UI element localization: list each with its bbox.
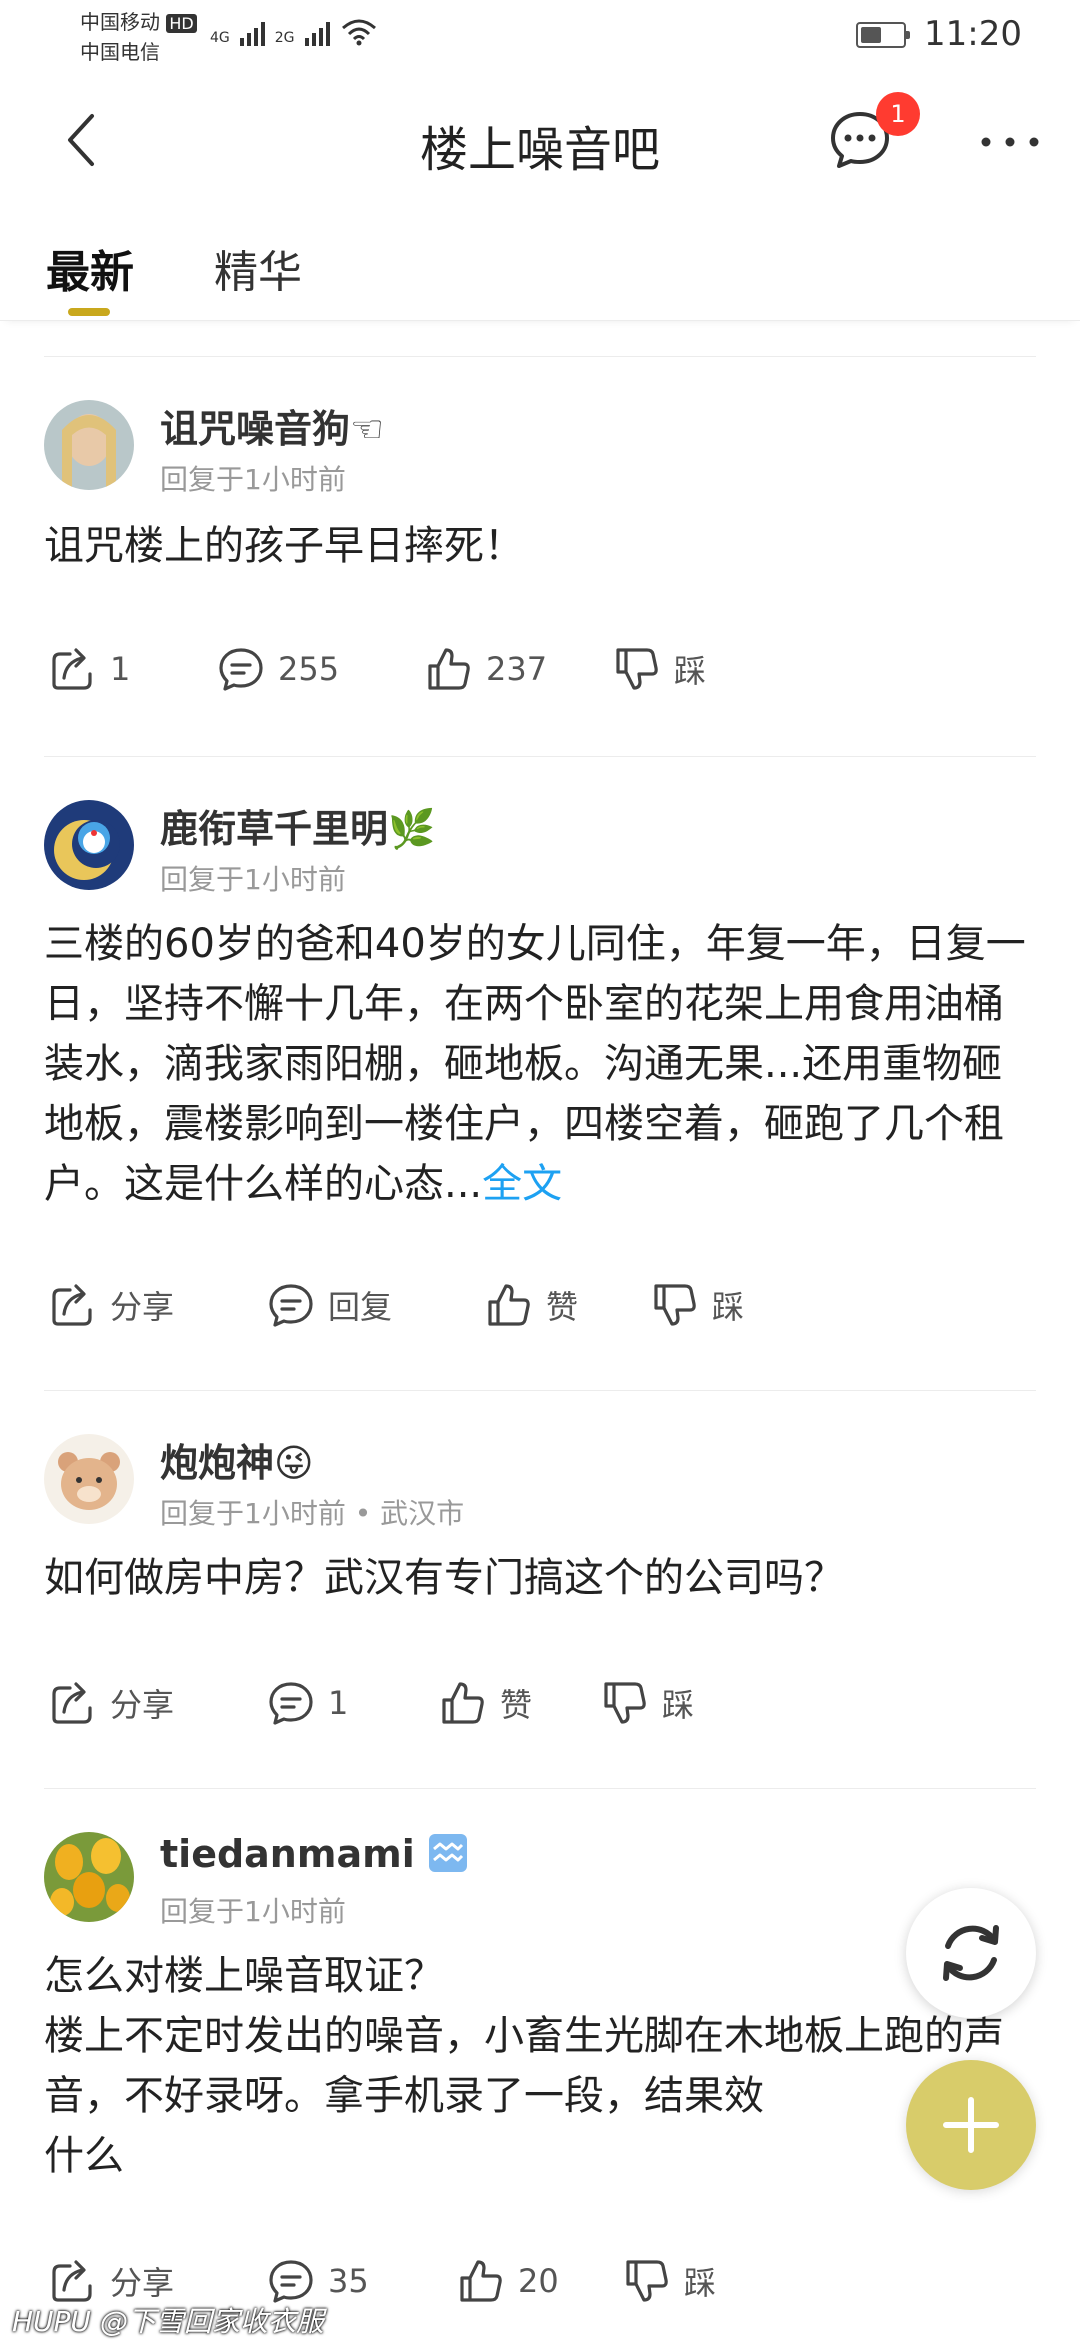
active-tab-indicator xyxy=(68,308,110,316)
post-author-name: tiedanmami xyxy=(160,1832,415,1876)
avatar[interactable] xyxy=(44,1832,134,1922)
post-meta: 回复于1小时前 • 武汉市 xyxy=(160,1497,465,1530)
reply-label: 回复 xyxy=(328,1288,393,1326)
dislike-label: 踩 xyxy=(662,1686,695,1724)
comment-icon xyxy=(269,1682,313,1725)
post-content[interactable]: 三楼的60岁的爸和40岁的女儿同住，年复一年，日复一日，坚持不懈十几年，在两个卧… xyxy=(44,914,1034,1214)
share-icon xyxy=(52,2260,92,2302)
carrier-2: 中国电信 xyxy=(80,40,160,64)
post-actions: 分享 1 赞 踩 xyxy=(0,1678,1080,1738)
wifi-icon xyxy=(341,19,376,46)
status-bar: 中国移动 HD 中国电信 4G 2G 11:20 xyxy=(0,0,1080,70)
like-button[interactable]: 赞 xyxy=(438,1678,532,1728)
post-meta: 回复于1小时前 xyxy=(160,463,346,496)
network-type-2: 2G xyxy=(274,30,295,46)
divider xyxy=(44,356,1036,357)
dislike-label: 踩 xyxy=(684,2264,717,2302)
reply-button[interactable]: 35 xyxy=(266,2256,369,2306)
post-meta: 回复于1小时前 xyxy=(160,863,346,896)
comment-icon xyxy=(269,1284,313,1327)
share-icon xyxy=(52,1682,92,1724)
dislike-label: 踩 xyxy=(712,1288,745,1326)
post-content[interactable]: 怎么对楼上噪音取证？ 楼上不定时发出的噪音，小畜生光脚在木地板上跑的声音，不好录… xyxy=(44,1946,1034,2186)
tab-latest[interactable]: 最新 xyxy=(46,236,134,300)
comment-icon xyxy=(219,648,263,691)
avatar[interactable] xyxy=(44,1434,134,1524)
thumbs-down-icon xyxy=(626,2260,668,2302)
like-button[interactable]: 20 xyxy=(456,2256,559,2306)
tab-featured[interactable]: 精华 xyxy=(214,236,302,300)
thumbs-down-icon xyxy=(616,648,658,690)
post-actions: 1 255 237 踩 xyxy=(0,644,1080,704)
divider xyxy=(44,1788,1036,1789)
signal-icon: 4G 2G xyxy=(210,18,378,46)
reply-count: 1 xyxy=(328,1684,349,1722)
share-label: 分享 xyxy=(110,2264,175,2302)
network-type-1: 4G xyxy=(210,30,230,46)
thumbs-up-icon xyxy=(488,1284,530,1326)
hd-badge: HD xyxy=(166,14,197,33)
divider xyxy=(44,1390,1036,1391)
refresh-icon xyxy=(943,1925,999,1981)
post-content[interactable]: 诅咒楼上的孩子早日摔死！ xyxy=(44,516,1034,576)
thumbs-down-icon xyxy=(654,1284,696,1326)
app-header: 楼上噪音吧 1 xyxy=(0,80,1080,200)
thumbs-up-icon xyxy=(460,2260,502,2302)
post-author[interactable]: 炮炮神😜 xyxy=(160,1432,314,1487)
post-meta: 回复于1小时前 xyxy=(160,1895,346,1928)
reply-count: 255 xyxy=(278,650,340,688)
message-badge: 1 xyxy=(876,92,920,136)
divider xyxy=(44,756,1036,757)
aquarius-badge-icon xyxy=(428,1834,467,1872)
thumbs-down-icon xyxy=(604,1682,646,1724)
carrier-1: 中国移动 xyxy=(80,10,160,34)
dislike-label: 踩 xyxy=(674,652,707,690)
dislike-button[interactable]: 踩 xyxy=(650,1280,744,1330)
like-button[interactable]: 237 xyxy=(424,644,547,694)
tab-bar: 最新 精华 xyxy=(0,220,1080,321)
thumbs-up-icon xyxy=(428,648,470,690)
reply-button[interactable]: 255 xyxy=(216,644,339,694)
comment-icon xyxy=(269,2260,313,2303)
post-author[interactable]: 鹿衔草千里明🌿 xyxy=(160,798,435,853)
thumbs-up-icon xyxy=(442,1682,484,1724)
avatar[interactable] xyxy=(44,800,134,890)
clock: 11:20 xyxy=(924,14,1022,54)
dislike-button[interactable]: 踩 xyxy=(600,1678,694,1728)
more-options-icon[interactable] xyxy=(978,132,1042,152)
post-author[interactable]: 诅咒噪音狗☜ xyxy=(160,398,384,453)
like-count: 20 xyxy=(518,2262,559,2300)
like-label: 赞 xyxy=(546,1288,579,1326)
share-count: 1 xyxy=(110,650,131,688)
watermark: HUPU @下雪回家收衣服 xyxy=(12,2305,324,2338)
dislike-button[interactable]: 踩 xyxy=(622,2256,716,2306)
post-content[interactable]: 如何做房中房？武汉有专门搞这个的公司吗？ xyxy=(44,1548,1034,1608)
carrier-info: 中国移动 HD 中国电信 xyxy=(80,8,197,66)
share-button[interactable]: 分享 xyxy=(48,1280,174,1330)
share-button[interactable]: 分享 xyxy=(48,1678,174,1728)
read-full-link[interactable]: 全文 xyxy=(482,1161,562,1207)
battery-icon xyxy=(856,22,910,48)
new-post-button[interactable] xyxy=(906,2060,1036,2190)
reply-count: 35 xyxy=(328,2262,369,2300)
post-actions: 分享 回复 赞 踩 xyxy=(0,1280,1080,1340)
share-button[interactable]: 1 xyxy=(48,644,130,694)
dislike-button[interactable]: 踩 xyxy=(612,644,706,694)
avatar[interactable] xyxy=(44,400,134,490)
share-icon xyxy=(52,1284,92,1326)
like-count: 237 xyxy=(486,650,548,688)
plus-icon xyxy=(943,2097,999,2153)
like-label: 赞 xyxy=(500,1686,533,1724)
share-label: 分享 xyxy=(110,1686,175,1724)
share-button[interactable]: 分享 xyxy=(48,2256,174,2306)
reply-button[interactable]: 1 xyxy=(266,1678,348,1728)
post-author[interactable]: tiedanmami xyxy=(160,1832,468,1876)
share-icon xyxy=(52,648,92,690)
like-button[interactable]: 赞 xyxy=(484,1280,578,1330)
share-label: 分享 xyxy=(110,1288,175,1326)
refresh-button[interactable] xyxy=(906,1888,1036,2018)
reply-button[interactable]: 回复 xyxy=(266,1280,392,1330)
